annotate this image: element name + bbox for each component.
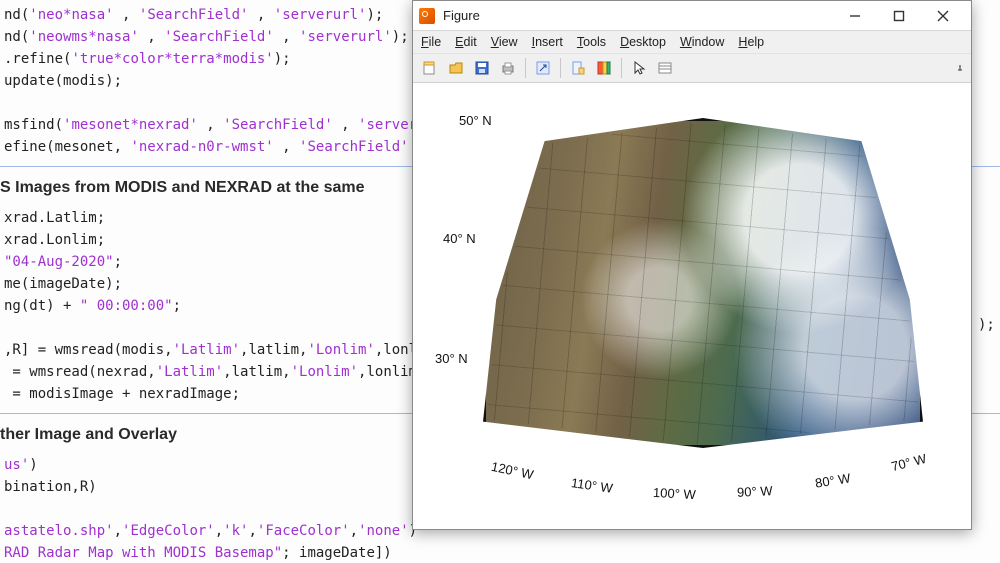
matlab-icon <box>419 8 435 24</box>
close-button[interactable] <box>921 2 965 30</box>
insert-object-icon[interactable] <box>654 57 676 79</box>
open-icon[interactable] <box>445 57 467 79</box>
menu-desktop[interactable]: Desktop <box>620 35 666 49</box>
map-image <box>483 118 923 448</box>
menu-file[interactable]: File <box>421 35 441 49</box>
data-cursor-icon[interactable] <box>567 57 589 79</box>
menu-tools[interactable]: Tools <box>577 35 606 49</box>
toolbar-separator <box>621 58 622 78</box>
lon-tick-label: 110° W <box>570 475 613 496</box>
print-icon[interactable] <box>497 57 519 79</box>
toolbar-overflow-icon[interactable] <box>953 61 967 75</box>
lat-tick-label: 40° N <box>443 231 476 246</box>
lon-tick-label: 120° W <box>490 459 535 483</box>
color-order-icon[interactable] <box>593 57 615 79</box>
save-icon[interactable] <box>471 57 493 79</box>
window-title: Figure <box>443 8 480 23</box>
figure-canvas[interactable]: 50° N 40° N 30° N 120° W 110° W 100° W 9… <box>413 83 971 529</box>
lon-tick-label: 80° W <box>814 470 851 490</box>
lon-tick-label: 70° W <box>890 451 928 474</box>
menu-window[interactable]: Window <box>680 35 724 49</box>
menu-edit[interactable]: Edit <box>455 35 477 49</box>
code-fragment: ); <box>978 317 995 333</box>
menubar[interactable]: File Edit View Insert Tools Desktop Window Help <box>413 31 971 53</box>
toolbar-separator <box>525 58 526 78</box>
lon-tick-label: 90° W <box>737 483 773 500</box>
link-icon[interactable] <box>532 57 554 79</box>
figure-window: Figure File Edit View Insert Tools Desktop Win… <box>412 0 972 530</box>
menu-view[interactable]: View <box>491 35 518 49</box>
menu-help[interactable]: Help <box>738 35 764 49</box>
maximize-button[interactable] <box>877 2 921 30</box>
titlebar[interactable]: Figure <box>413 1 971 31</box>
lon-tick-label: 100° W <box>653 485 697 502</box>
pointer-icon[interactable] <box>628 57 650 79</box>
minimize-button[interactable] <box>833 2 877 30</box>
lat-tick-label: 50° N <box>459 113 492 128</box>
toolbar-separator <box>560 58 561 78</box>
code-line[interactable]: RAD Radar Map with MODIS Basemap"; image… <box>0 542 1000 563</box>
menu-insert[interactable]: Insert <box>532 35 563 49</box>
new-figure-icon[interactable] <box>419 57 441 79</box>
figure-toolbar[interactable] <box>413 53 971 83</box>
map-axes <box>483 118 923 448</box>
lat-tick-label: 30° N <box>435 351 468 366</box>
